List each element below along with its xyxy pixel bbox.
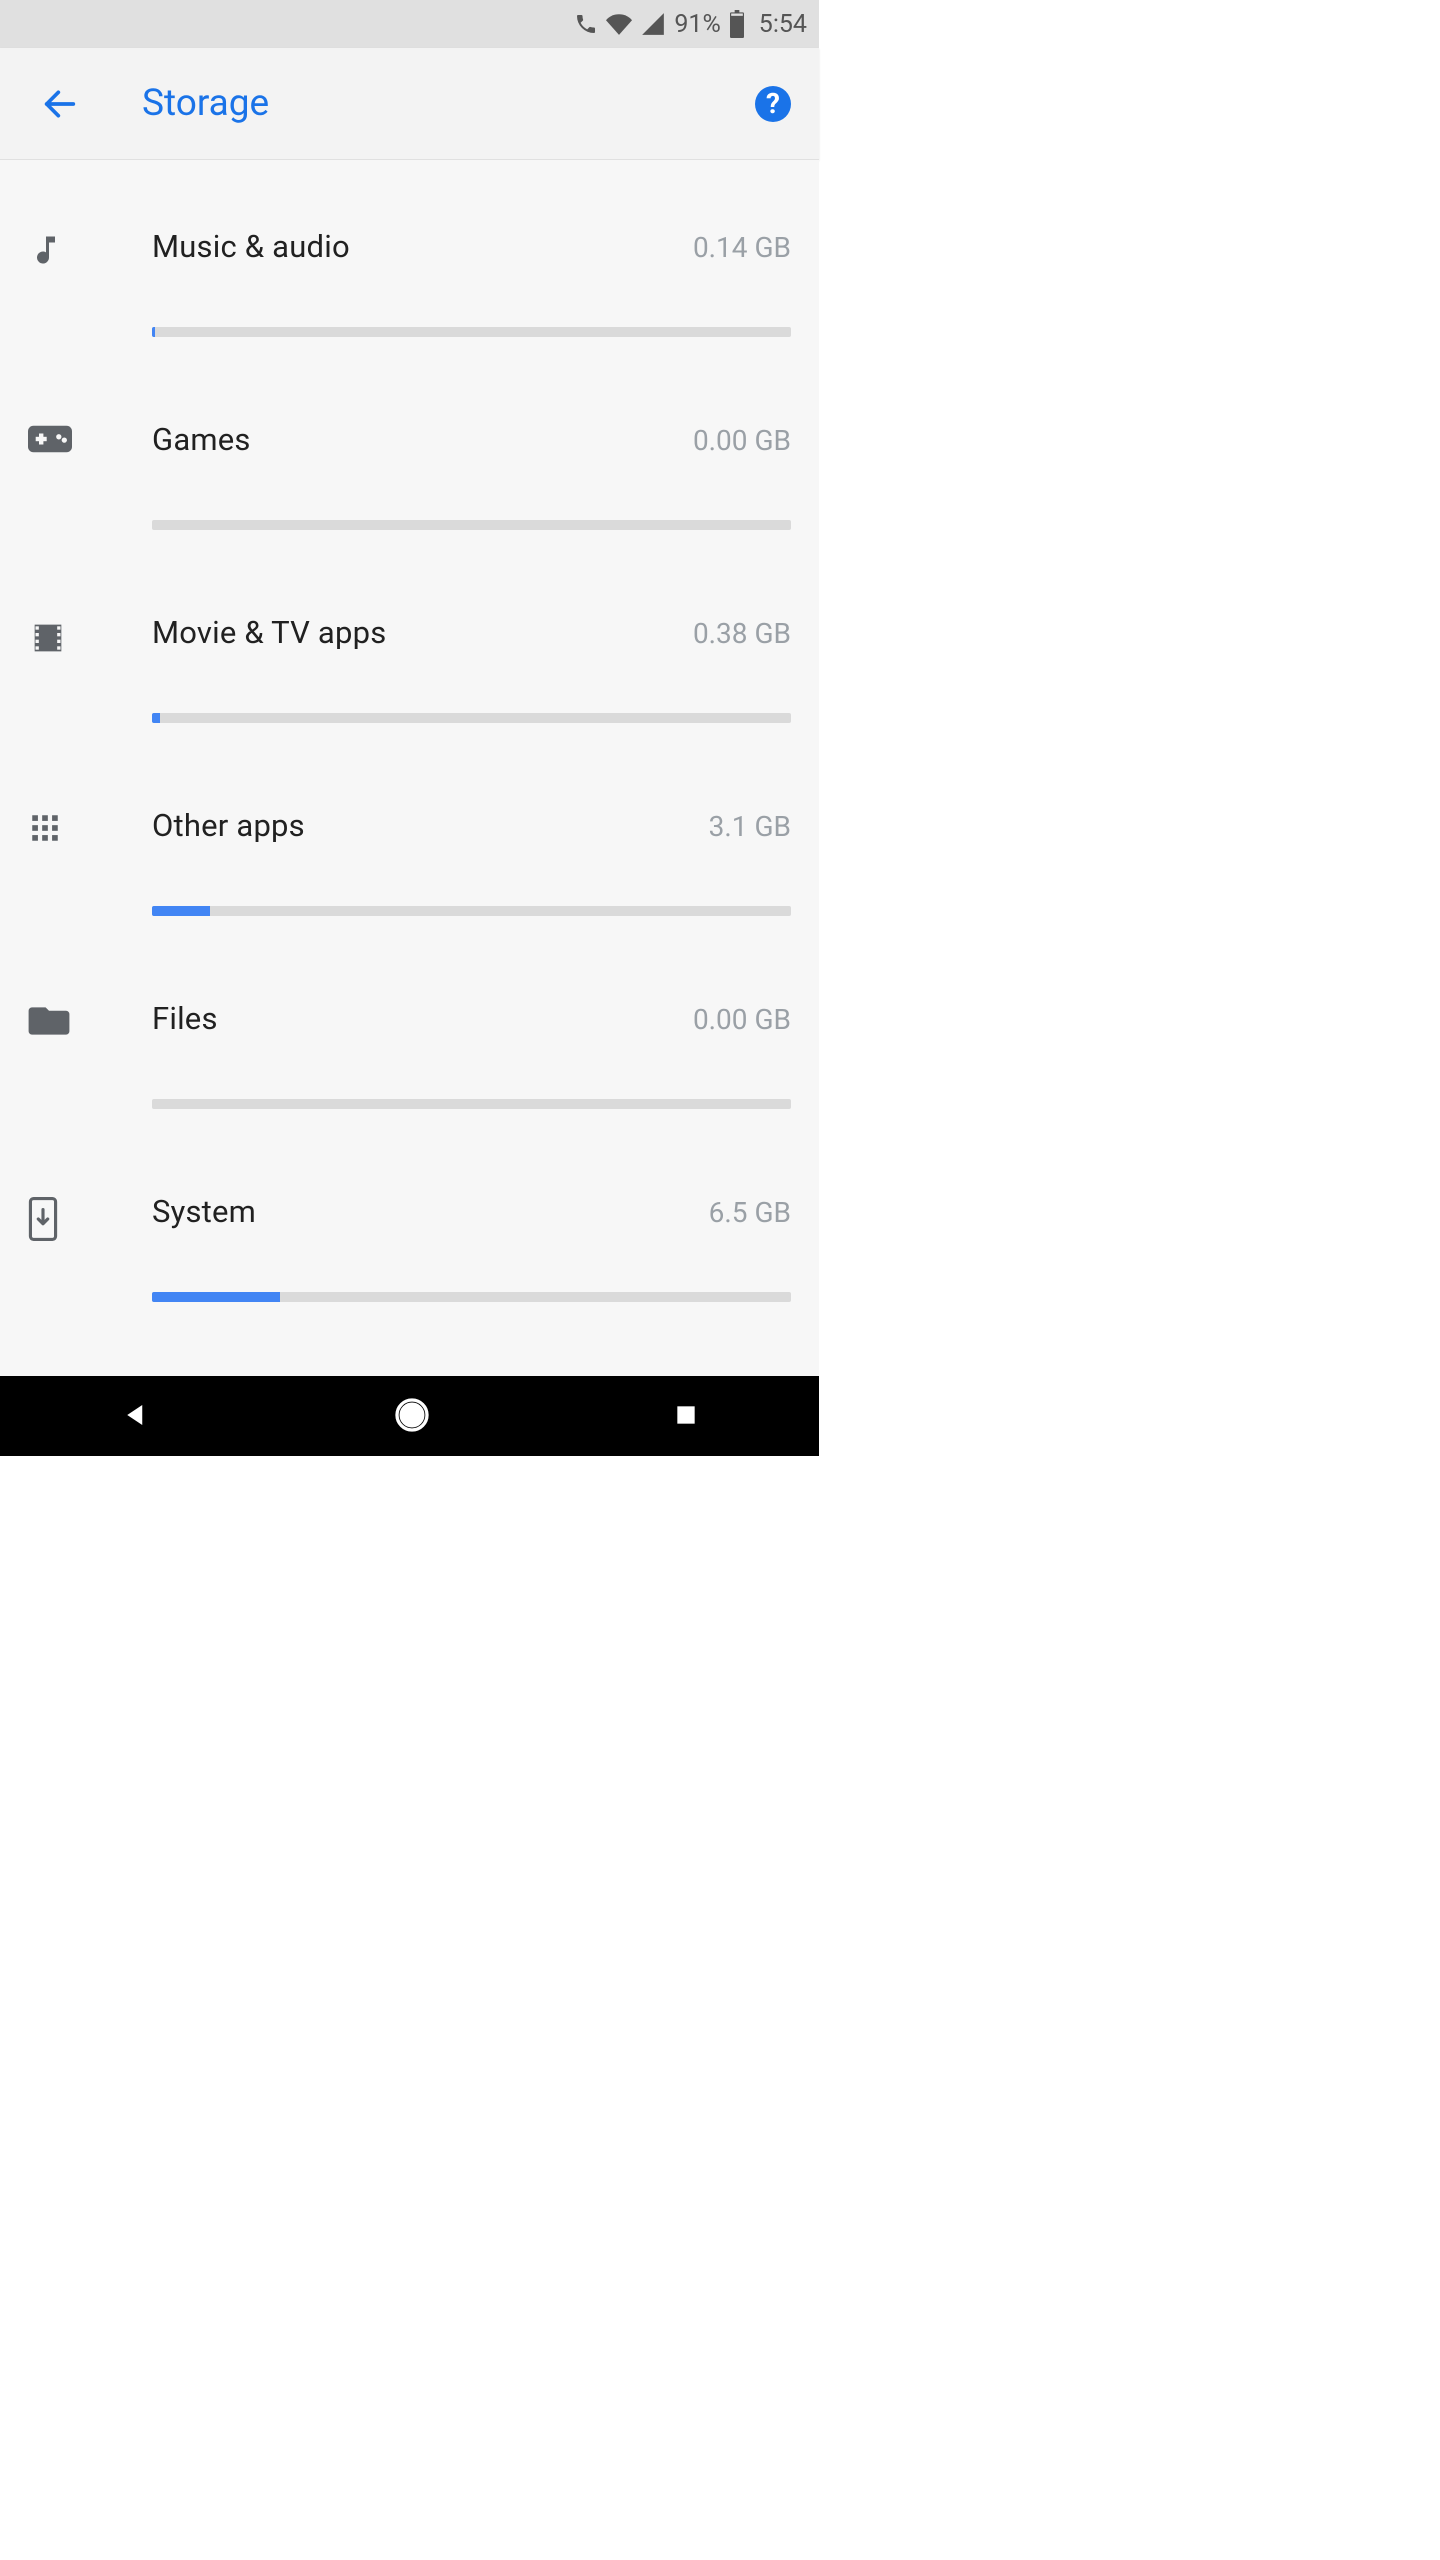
system-nav-bar xyxy=(0,1376,819,1456)
row-value: 0.00 GB xyxy=(693,424,791,457)
storage-row-folder[interactable]: Files 0.00 GB xyxy=(0,972,819,1165)
storage-row-movie[interactable]: Movie & TV apps 0.38 GB xyxy=(0,586,819,779)
apps-icon xyxy=(28,807,152,972)
progress-bar xyxy=(152,1292,791,1302)
row-value: 0.38 GB xyxy=(693,617,791,650)
battery-icon xyxy=(729,10,745,38)
phone-icon xyxy=(574,12,598,36)
clock: 5:54 xyxy=(759,10,807,39)
screen: 91% 5:54 Storage ? Music & audio 0.14 GB G… xyxy=(0,0,819,1456)
nav-back-button[interactable] xyxy=(121,1400,151,1433)
row-value: 3.1 GB xyxy=(709,810,791,843)
system-icon xyxy=(28,1193,152,1358)
battery-percent: 91% xyxy=(674,10,720,39)
progress-bar xyxy=(152,327,791,337)
row-value: 0.00 GB xyxy=(693,1003,791,1036)
page-title: Storage xyxy=(142,82,269,125)
row-value: 6.5 GB xyxy=(709,1196,791,1229)
row-label: Music & audio xyxy=(152,228,350,265)
row-value: 0.14 GB xyxy=(693,231,791,264)
nav-recent-button[interactable] xyxy=(673,1402,699,1431)
music-icon xyxy=(28,228,152,393)
folder-icon xyxy=(28,1000,152,1165)
row-label: Other apps xyxy=(152,807,305,844)
nav-home-button[interactable] xyxy=(392,1395,432,1438)
row-label: Files xyxy=(152,1000,218,1037)
app-bar: Storage ? xyxy=(0,48,819,160)
progress-bar xyxy=(152,520,791,530)
storage-row-apps[interactable]: Other apps 3.1 GB xyxy=(0,779,819,972)
row-label: Movie & TV apps xyxy=(152,614,386,651)
storage-list: Music & audio 0.14 GB Games 0.00 GB Movie & … xyxy=(0,160,819,1376)
status-bar: 91% 5:54 xyxy=(0,0,819,48)
movie-icon xyxy=(28,614,152,779)
progress-bar xyxy=(152,1099,791,1109)
progress-bar xyxy=(152,713,791,723)
cellular-icon xyxy=(640,11,666,37)
gamepad-icon xyxy=(28,421,152,586)
progress-bar xyxy=(152,906,791,916)
row-label: System xyxy=(152,1193,256,1230)
help-button[interactable]: ? xyxy=(755,86,791,122)
row-label: Games xyxy=(152,421,251,458)
storage-row-music[interactable]: Music & audio 0.14 GB xyxy=(0,200,819,393)
storage-row-system[interactable]: System 6.5 GB xyxy=(0,1165,819,1358)
storage-row-gamepad[interactable]: Games 0.00 GB xyxy=(0,393,819,586)
wifi-icon xyxy=(606,11,632,37)
arrow-left-icon xyxy=(40,84,80,124)
back-button[interactable] xyxy=(32,76,88,132)
